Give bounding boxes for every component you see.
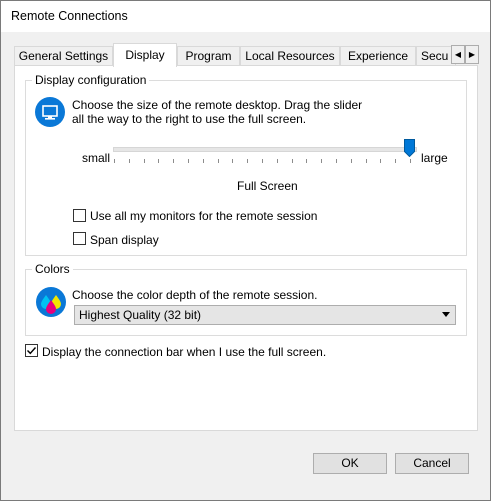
slider-tick bbox=[366, 159, 367, 163]
dialog-window: Remote Connections General Settings Disp… bbox=[0, 0, 491, 501]
slider-tick bbox=[277, 159, 278, 163]
tab-label: Secu bbox=[421, 49, 449, 63]
slider-tick bbox=[232, 159, 233, 163]
slider-tick bbox=[188, 159, 189, 163]
slider-tick bbox=[114, 159, 115, 163]
slider-tick bbox=[336, 159, 337, 163]
span-display-checkbox[interactable] bbox=[73, 232, 86, 245]
display-size-slider-track[interactable] bbox=[113, 147, 417, 152]
color-depth-icon bbox=[35, 286, 67, 318]
color-depth-select[interactable]: Highest Quality (32 bit) bbox=[74, 305, 456, 325]
colors-group: Colors bbox=[25, 262, 467, 336]
slider-tick bbox=[158, 159, 159, 163]
slider-tick bbox=[306, 159, 307, 163]
display-size-slider-thumb[interactable] bbox=[404, 139, 415, 158]
slider-min-label: small bbox=[82, 151, 111, 165]
tab-label: Program bbox=[185, 49, 232, 63]
connection-bar-checkbox[interactable] bbox=[25, 344, 38, 357]
tab-general-settings[interactable]: General Settings bbox=[14, 46, 113, 66]
slider-tick bbox=[395, 159, 396, 163]
colors-description: Choose the color depth of the remote ses… bbox=[72, 288, 318, 302]
slider-tick bbox=[351, 159, 352, 163]
tab-label: Experience bbox=[347, 49, 409, 63]
tab-label: Display bbox=[125, 48, 165, 62]
chevron-right-icon[interactable]: ▶ bbox=[465, 45, 479, 64]
slider-tick bbox=[321, 159, 322, 163]
monitor-icon bbox=[35, 97, 65, 127]
slider-tick bbox=[410, 159, 411, 163]
slider-value-label: Full Screen bbox=[237, 179, 298, 193]
use-all-monitors-checkbox[interactable] bbox=[73, 209, 86, 222]
chevron-left-icon[interactable]: ◀ bbox=[451, 45, 465, 64]
slider-tick bbox=[247, 159, 248, 163]
title-bar[interactable]: Remote Connections bbox=[1, 1, 490, 32]
tab-local-resources[interactable]: Local Resources bbox=[240, 46, 340, 66]
tab-program[interactable]: Program bbox=[177, 46, 240, 66]
ok-button[interactable]: OK bbox=[313, 453, 387, 474]
group-label-colors: Colors bbox=[32, 262, 73, 276]
use-all-monitors-label[interactable]: Use all my monitors for the remote sessi… bbox=[90, 209, 317, 223]
tab-label: General Settings bbox=[18, 49, 109, 63]
window-title: Remote Connections bbox=[11, 9, 128, 23]
slider-tick bbox=[380, 159, 381, 163]
checkmark-icon bbox=[27, 347, 37, 355]
display-description-line2: all the way to the right to use the full… bbox=[72, 112, 307, 126]
tab-strip: General Settings Display Program Local R… bbox=[14, 43, 479, 67]
tab-experience[interactable]: Experience bbox=[340, 46, 416, 66]
slider-tick bbox=[129, 159, 130, 163]
display-description-line1: Choose the size of the remote desktop. D… bbox=[72, 98, 363, 112]
slider-tick bbox=[203, 159, 204, 163]
chevron-down-icon bbox=[442, 312, 450, 317]
group-label-display: Display configuration bbox=[32, 73, 150, 87]
slider-tick bbox=[262, 159, 263, 163]
tab-display[interactable]: Display bbox=[113, 43, 177, 67]
cancel-button[interactable]: Cancel bbox=[395, 453, 469, 474]
color-depth-value: Highest Quality (32 bit) bbox=[79, 308, 202, 322]
slider-tick bbox=[292, 159, 293, 163]
span-display-label[interactable]: Span display bbox=[90, 233, 159, 247]
slider-tick bbox=[218, 159, 219, 163]
slider-max-label: large bbox=[421, 151, 448, 165]
connection-bar-label[interactable]: Display the connection bar when I use th… bbox=[42, 345, 326, 359]
tab-security[interactable]: Secu bbox=[416, 46, 456, 66]
slider-tick bbox=[173, 159, 174, 163]
slider-tick bbox=[144, 159, 145, 163]
tab-label: Local Resources bbox=[245, 49, 335, 63]
